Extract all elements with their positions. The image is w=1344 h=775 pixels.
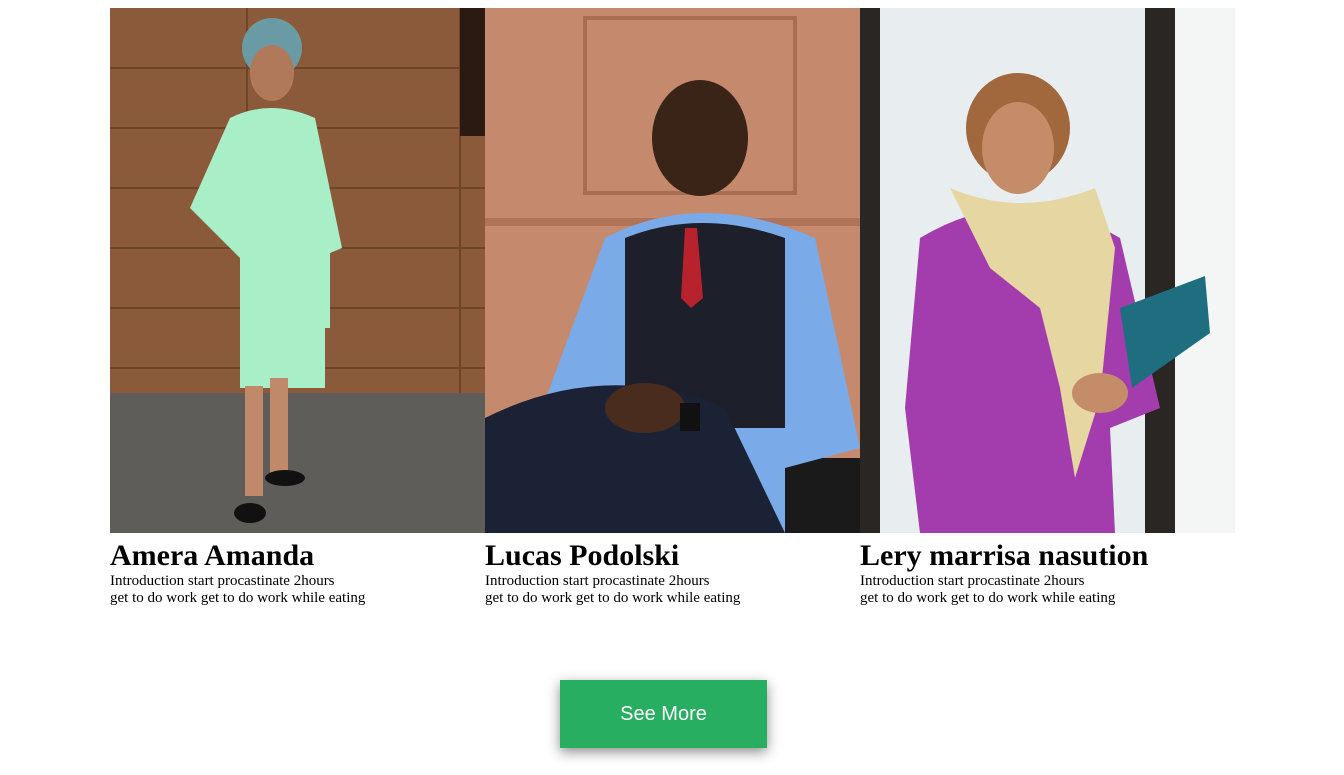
member-intro-line-2: get to do work get to do work while eati… <box>110 590 366 606</box>
member-intro: Introduction start procastinate 2hours g… <box>860 573 1235 607</box>
photo-amera-graphic <box>110 8 485 533</box>
member-intro-line-1: Introduction start procastinate 2hours <box>110 573 335 589</box>
team-card-lery: Lery marrisa nasution Introduction start… <box>860 8 1235 607</box>
member-intro-line-2: get to do work get to do work while eati… <box>485 590 741 606</box>
member-intro-line-1: Introduction start procastinate 2hours <box>485 573 710 589</box>
photo-lery-graphic <box>860 8 1235 533</box>
person-photo-amera <box>110 8 485 533</box>
member-name: Lery marrisa nasution <box>860 539 1149 572</box>
photo-lucas-graphic <box>485 8 860 533</box>
person-photo-lucas <box>485 8 860 533</box>
member-intro-line-1: Introduction start procastinate 2hours <box>860 573 1085 589</box>
member-name: Amera Amanda <box>110 539 315 572</box>
member-name: Lucas Podolski <box>485 539 680 572</box>
team-card-lucas: Lucas Podolski Introduction start procas… <box>485 8 860 607</box>
member-intro: Introduction start procastinate 2hours g… <box>110 573 485 607</box>
team-card-amera: Amera Amanda Introduction start procasti… <box>110 8 485 607</box>
person-photo-lery <box>860 8 1235 533</box>
member-intro-line-2: get to do work get to do work while eati… <box>860 590 1116 606</box>
team-grid: Amera Amanda Introduction start procasti… <box>110 8 1235 607</box>
member-intro: Introduction start procastinate 2hours g… <box>485 573 860 607</box>
see-more-button[interactable]: See More <box>560 680 767 748</box>
